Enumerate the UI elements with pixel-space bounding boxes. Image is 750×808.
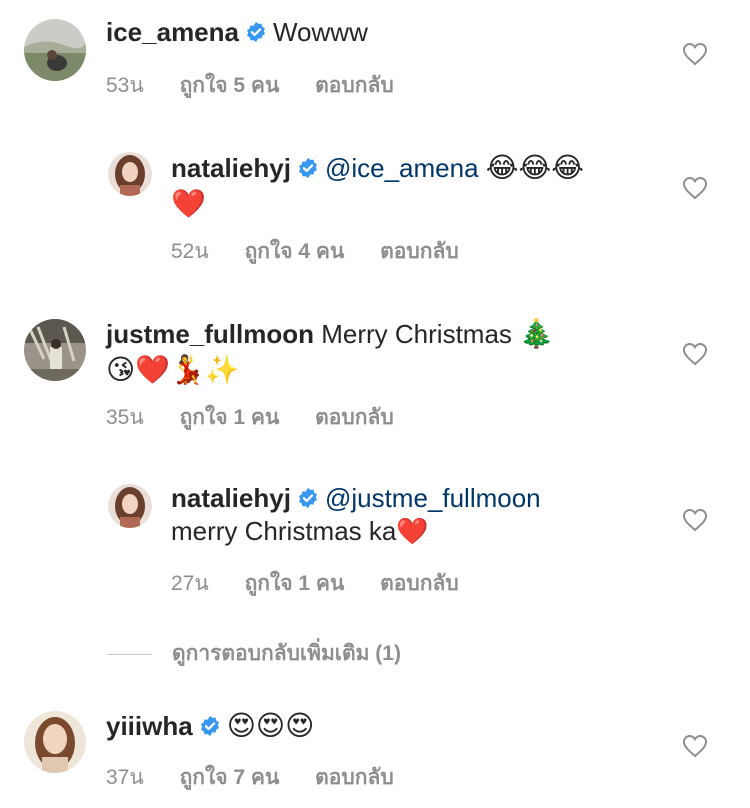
heart-icon[interactable] [682,734,708,758]
comment-time: 27น [171,572,209,595]
comment-text: Wowww [272,17,368,47]
avatar[interactable] [24,711,86,773]
comment-emoji: 😂😂😂 [485,152,584,183]
username[interactable]: justme_fullmoon [106,319,314,349]
comment-time: 37น [106,766,144,789]
reply-button[interactable]: ตอบกลับ [315,766,394,789]
avatar[interactable] [24,19,86,81]
heart-icon[interactable] [682,176,708,200]
likes-count[interactable]: ถูกใจ 5 คน [180,74,280,97]
reply-button[interactable]: ตอบกลับ [380,572,459,595]
comment-text-line2: 😘❤️💃✨ [106,354,240,385]
heart-icon[interactable] [682,342,708,366]
comment-text: Merry Christmas [321,319,512,349]
comment-text-line2: ❤️ [171,188,206,219]
avatar[interactable] [108,484,152,528]
verified-icon [298,157,317,179]
comment-emoji: 🎄 [519,318,555,349]
avatar[interactable] [108,152,152,196]
likes-count[interactable]: ถูกใจ 7 คน [180,766,280,789]
comment-time: 35น [106,406,144,429]
username[interactable]: nataliehyj [171,153,291,183]
likes-count[interactable]: ถูกใจ 4 คน [245,240,345,263]
likes-count[interactable]: ถูกใจ 1 คน [245,572,345,595]
comment-emoji: 😍😍😍 [226,710,315,741]
comment-time: 52น [171,240,209,263]
reply-button[interactable]: ตอบกลับ [315,406,394,429]
verified-icon [298,487,317,509]
avatar[interactable] [24,319,86,381]
mention-link[interactable]: @ice_amena [325,153,479,183]
verified-icon [247,21,265,43]
view-more-replies-label[interactable]: ดูการตอบกลับเพิ่มเติม (1) [172,642,401,665]
reply-button[interactable]: ตอบกลับ [380,240,459,263]
comment-text-line2: merry Christmas ka❤️ [171,516,429,546]
view-more-replies[interactable]: ดูการตอบกลับเพิ่มเติม (1) [108,637,401,670]
username[interactable]: nataliehyj [171,483,291,513]
username[interactable]: yiiiwha [106,711,193,741]
heart-icon[interactable] [682,42,708,66]
divider-line [108,653,152,655]
heart-icon[interactable] [682,508,708,532]
mention-link[interactable]: @justme_fullmoon [325,483,541,513]
verified-icon [200,715,219,737]
reply-button[interactable]: ตอบกลับ [315,74,394,97]
comment-time: 53น [106,74,144,97]
username[interactable]: ice_amena [106,17,239,47]
likes-count[interactable]: ถูกใจ 1 คน [180,406,280,429]
